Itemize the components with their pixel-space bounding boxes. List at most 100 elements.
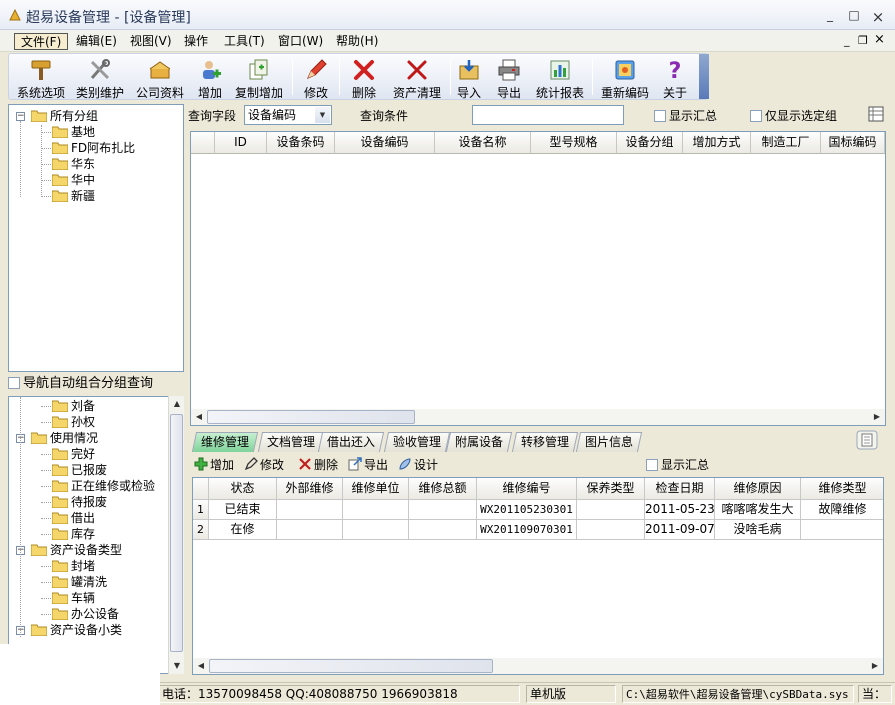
tab-4[interactable]: 附属设备 (445, 432, 513, 452)
tree-node[interactable]: 待报废 (51, 494, 107, 510)
company-info-button[interactable]: 公司资料 (131, 56, 189, 100)
query-condition-input[interactable] (472, 105, 624, 125)
tree-node[interactable]: 资产设备小类 (30, 622, 122, 638)
column-header[interactable]: 型号规格 (531, 132, 617, 154)
column-header[interactable] (193, 478, 209, 500)
grid-horizontal-scrollbar[interactable]: ◀ ▶ (191, 409, 885, 425)
tree-node[interactable]: 刘备 (51, 398, 95, 414)
tree-node[interactable]: 孙权 (51, 414, 95, 430)
tab-6[interactable]: 图片信息 (575, 432, 643, 452)
column-header[interactable]: 设备条码 (267, 132, 335, 154)
edit-button[interactable]: 修改 (299, 56, 333, 100)
detail-show-summary-checkbox[interactable]: 显示汇总 (646, 456, 709, 473)
tab-2[interactable]: 借出还入 (317, 432, 385, 452)
tree-collapse-toggle[interactable]: − (16, 112, 25, 121)
column-header[interactable]: 增加方式 (683, 132, 751, 154)
tab-0[interactable]: 维修管理 (191, 432, 259, 452)
tree-node[interactable]: 已报废 (51, 462, 107, 478)
tree-node[interactable]: 使用情况 (30, 430, 98, 446)
tree-node[interactable]: 完好 (51, 446, 95, 462)
menu-file[interactable]: 文件(F) (14, 33, 69, 50)
tree-node[interactable]: 新疆 (51, 188, 95, 204)
toolbar-overflow-button[interactable] (699, 54, 709, 99)
scroll-down-arrow[interactable]: ▼ (169, 658, 185, 674)
menu-tools[interactable]: 工具(T) (218, 33, 271, 50)
mdi-minimize-button[interactable]: _ (844, 34, 850, 47)
column-header[interactable]: 维修类型 (801, 478, 883, 500)
show-summary-checkbox[interactable]: 显示汇总 (654, 107, 717, 124)
column-header[interactable]: 设备分组 (617, 132, 683, 154)
detail-export-button[interactable]: 导出 (348, 456, 388, 473)
scroll-up-arrow[interactable]: ▲ (169, 396, 185, 412)
column-header[interactable]: 维修单位 (343, 478, 409, 500)
import-button[interactable]: 导入 (453, 56, 485, 100)
detail-horizontal-scrollbar[interactable]: ◀ ▶ (193, 658, 883, 674)
scroll-right-arrow[interactable]: ▶ (869, 409, 885, 425)
scroll-thumb[interactable] (170, 414, 183, 652)
column-header[interactable]: 设备编码 (335, 132, 435, 154)
column-header[interactable]: 保养类型 (577, 478, 645, 500)
tree-node[interactable]: 基地 (51, 124, 95, 140)
nav-auto-group-checkbox[interactable]: 导航自动组合分组查询 (8, 376, 184, 394)
tab-options-icon[interactable] (856, 430, 878, 450)
recode-button[interactable]: 重新编码 (597, 56, 653, 100)
menu-edit[interactable]: 编辑(E) (70, 33, 123, 50)
system-options-button[interactable]: 系统选项 (13, 56, 69, 100)
tab-5[interactable]: 转移管理 (511, 432, 579, 452)
mdi-restore-button[interactable]: ❐ (858, 34, 868, 47)
scroll-thumb[interactable] (209, 659, 493, 673)
tree-node[interactable]: 华东 (51, 156, 95, 172)
chevron-down-icon[interactable]: ▼ (315, 107, 330, 123)
delete-button[interactable]: 删除 (347, 56, 381, 100)
grid-settings-icon[interactable] (868, 106, 884, 122)
asset-cleanup-button[interactable]: 资产清理 (389, 56, 445, 100)
tree-node-all-groups[interactable]: 所有分组 (30, 108, 98, 124)
tree-node[interactable]: 正在维修或检验 (51, 478, 155, 494)
scroll-thumb[interactable] (207, 410, 415, 424)
scroll-right-arrow[interactable]: ▶ (867, 658, 883, 674)
column-header[interactable]: 维修编号 (477, 478, 577, 500)
tree-node[interactable]: 封堵 (51, 558, 95, 574)
column-header[interactable]: 检查日期 (645, 478, 715, 500)
maximize-button[interactable]: □ (846, 8, 862, 22)
table-row[interactable]: 1 已结束 WX201105230301 2011-05-23 喀喀喀发生大 故障维修 (193, 500, 883, 520)
scroll-left-arrow[interactable]: ◀ (193, 658, 209, 674)
detail-delete-button[interactable]: 删除 (298, 456, 338, 473)
about-button[interactable]: ? 关于 (659, 56, 691, 100)
category-maintenance-button[interactable]: 类别维护 (71, 56, 129, 100)
export-button[interactable]: 导出 (493, 56, 525, 100)
add-button[interactable]: 增加 (195, 56, 225, 100)
copy-add-button[interactable]: 复制增加 (231, 56, 287, 100)
menu-help[interactable]: 帮助(H) (330, 33, 384, 50)
minimize-button[interactable]: _ (822, 8, 838, 22)
column-header[interactable]: 状态 (209, 478, 277, 500)
column-header[interactable] (191, 132, 215, 154)
menu-operation[interactable]: 操作 (178, 33, 214, 50)
tree-node[interactable]: 库存 (51, 526, 95, 542)
scroll-left-arrow[interactable]: ◀ (191, 409, 207, 425)
column-header[interactable]: 制造工厂 (751, 132, 821, 154)
mdi-close-button[interactable]: × (874, 32, 885, 47)
column-header[interactable]: 维修原因 (715, 478, 801, 500)
detail-design-button[interactable]: 设计 (398, 456, 438, 473)
tree-node[interactable]: 车辆 (51, 590, 95, 606)
show-selected-group-checkbox[interactable]: 仅显示选定组 (750, 107, 837, 124)
table-row[interactable]: 2 在修 WX201109070301 2011-09-07 没啥毛病 (193, 520, 883, 540)
tree-node[interactable]: 办公设备 (51, 606, 119, 622)
tree-node[interactable]: 借出 (51, 510, 95, 526)
tree-vertical-scrollbar[interactable]: ▲ ▼ (168, 396, 184, 674)
detail-edit-button[interactable]: 修改 (244, 456, 284, 473)
column-header[interactable]: 维修总额 (409, 478, 477, 500)
detail-add-button[interactable]: 增加 (194, 456, 234, 473)
column-header[interactable]: ID (215, 132, 267, 154)
tree-node[interactable]: 资产设备类型 (30, 542, 122, 558)
column-header[interactable]: 设备名称 (435, 132, 531, 154)
tab-3[interactable]: 验收管理 (383, 432, 451, 452)
tree-node[interactable]: 华中 (51, 172, 95, 188)
menu-view[interactable]: 视图(V) (124, 33, 178, 50)
query-field-select[interactable]: 设备编码 ▼ (244, 105, 332, 125)
column-header[interactable]: 外部维修 (277, 478, 343, 500)
checkbox[interactable] (8, 377, 20, 389)
menu-window[interactable]: 窗口(W) (272, 33, 329, 50)
statistics-report-button[interactable]: 统计报表 (533, 56, 587, 100)
